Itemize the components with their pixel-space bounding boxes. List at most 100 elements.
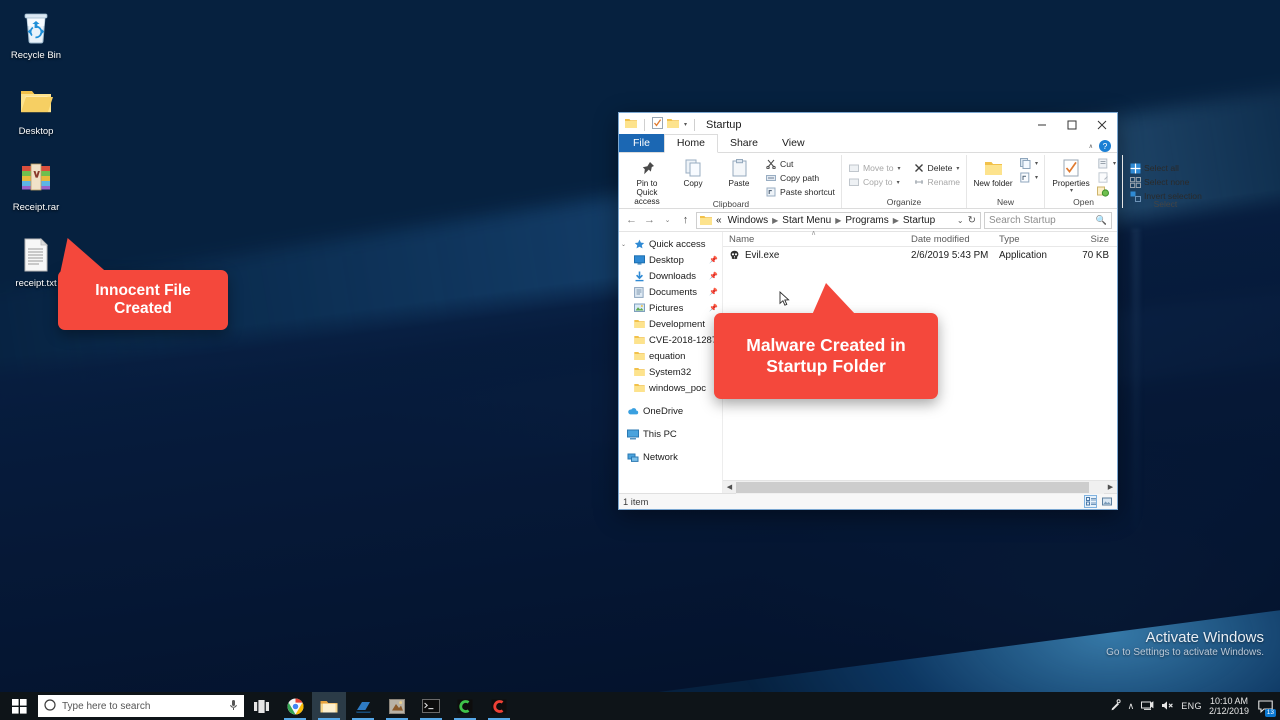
easy-access-button[interactable]: ▾ bbox=[1017, 171, 1040, 183]
column-header-size[interactable]: Size bbox=[1071, 234, 1117, 245]
desktop-icon-desktop-folder[interactable]: Desktop bbox=[0, 80, 72, 142]
move-to-button[interactable]: Move to ▾ bbox=[846, 162, 903, 174]
volume-muted-icon[interactable] bbox=[1161, 700, 1174, 713]
column-header-date-modified[interactable]: Date modified bbox=[905, 234, 993, 245]
breadcrumb-separator-icon[interactable]: ▶ bbox=[835, 216, 841, 225]
breadcrumb-separator-icon[interactable]: ▶ bbox=[893, 216, 899, 225]
view-toggle-group[interactable] bbox=[1084, 495, 1113, 508]
search-input[interactable]: Search Startup 🔍 bbox=[984, 212, 1112, 229]
sidebar-item-this-pc[interactable]: This PC bbox=[619, 426, 722, 442]
scrollbar-track[interactable] bbox=[736, 481, 1104, 494]
ribbon-tabs[interactable]: File Home Share View ∧ ? bbox=[619, 136, 1117, 153]
column-headers[interactable]: ∧ Name Date modified Type Size bbox=[723, 232, 1117, 247]
system-tray[interactable]: ∧ ENG 10:10 AM 2/12/2019 13 bbox=[1110, 696, 1280, 717]
details-view-icon[interactable] bbox=[1084, 495, 1097, 508]
breadcrumb-separator-icon[interactable]: ▶ bbox=[772, 216, 778, 225]
copy-button[interactable]: Copy bbox=[671, 155, 715, 188]
open-with-button[interactable]: ▾ bbox=[1095, 157, 1118, 169]
tab-home[interactable]: Home bbox=[664, 134, 718, 153]
start-button[interactable] bbox=[0, 692, 38, 720]
ribbon[interactable]: Pin to Quick access Copy Paste bbox=[619, 153, 1117, 209]
taskbar-app-camtasia-editor[interactable] bbox=[448, 692, 482, 720]
action-center-icon[interactable]: 13 bbox=[1256, 697, 1274, 715]
help-icon[interactable]: ? bbox=[1099, 140, 1111, 152]
network-tray-icon[interactable] bbox=[1141, 700, 1154, 713]
microphone-icon[interactable] bbox=[229, 699, 238, 714]
sidebar-item-development[interactable]: Development bbox=[619, 316, 722, 332]
large-icons-view-icon[interactable] bbox=[1100, 495, 1113, 508]
clock[interactable]: 10:10 AM 2/12/2019 bbox=[1209, 696, 1249, 717]
chevron-down-icon[interactable]: ▾ bbox=[1035, 174, 1038, 181]
paste-shortcut-button[interactable]: Paste shortcut bbox=[763, 186, 837, 198]
cut-button[interactable]: Cut bbox=[763, 158, 837, 170]
chevron-down-icon[interactable]: ▾ bbox=[1035, 160, 1038, 167]
refresh-icon[interactable]: ↻ bbox=[968, 215, 976, 226]
quick-access-toolbar[interactable]: ▾ bbox=[625, 117, 698, 132]
scroll-right-icon[interactable]: ▶ bbox=[1104, 483, 1117, 491]
breadcrumb[interactable]: « Windows ▶ Start Menu ▶ Programs ▶ Star… bbox=[696, 212, 981, 229]
sidebar-item-pictures[interactable]: Pictures 📌 bbox=[619, 300, 722, 316]
pin-icon[interactable]: 📌 bbox=[709, 272, 718, 280]
chevron-down-icon[interactable]: ▾ bbox=[1113, 160, 1116, 167]
sidebar-item-downloads[interactable]: Downloads 📌 bbox=[619, 268, 722, 284]
chevron-down-icon[interactable]: ▾ bbox=[956, 165, 959, 172]
breadcrumb-prefix[interactable]: « bbox=[714, 215, 724, 226]
properties-icon[interactable] bbox=[652, 117, 663, 132]
breadcrumb-item-windows[interactable]: Windows bbox=[726, 215, 771, 226]
edit-button[interactable] bbox=[1095, 171, 1118, 183]
new-folder-button[interactable]: New folder bbox=[971, 155, 1015, 188]
sidebar-item-cve-2018-12874[interactable]: CVE-2018-12874 bbox=[619, 332, 722, 348]
title-bar[interactable]: ▾ Startup bbox=[619, 113, 1117, 136]
delete-button[interactable]: Delete ▾ bbox=[911, 162, 962, 174]
file-explorer-window[interactable]: ▾ Startup File Home Share View ∧ ? bbox=[618, 112, 1118, 510]
sidebar-item-windows-poc[interactable]: windows_poc bbox=[619, 380, 722, 396]
scrollbar-thumb[interactable] bbox=[736, 482, 1089, 493]
taskbar-app-brown[interactable] bbox=[380, 692, 414, 720]
sidebar-item-network[interactable]: Network bbox=[619, 449, 722, 465]
navigation-pane[interactable]: ⌄ Quick access Desktop 📌 Downloads 📌 bbox=[619, 232, 723, 493]
breadcrumb-item-programs[interactable]: Programs bbox=[843, 215, 890, 226]
chevron-down-icon[interactable]: ▾ bbox=[1070, 188, 1073, 195]
desktop-icon-receipt-rar[interactable]: Receipt.rar bbox=[0, 156, 72, 218]
new-folder-icon[interactable] bbox=[667, 118, 679, 132]
horizontal-scrollbar[interactable]: ◀ ▶ bbox=[723, 480, 1117, 493]
window-controls[interactable] bbox=[1027, 113, 1117, 136]
tab-view[interactable]: View bbox=[770, 135, 817, 152]
select-all-button[interactable]: Select all bbox=[1127, 162, 1204, 174]
copy-path-button[interactable]: Copy path bbox=[763, 172, 837, 184]
chevron-down-icon[interactable]: ⌄ bbox=[621, 241, 629, 248]
scroll-left-icon[interactable]: ◀ bbox=[723, 483, 736, 491]
collapse-ribbon-icon[interactable]: ∧ bbox=[1089, 143, 1093, 150]
new-item-button[interactable]: ▾ bbox=[1017, 157, 1040, 169]
address-bar[interactable]: ← → ⌄ ↑ « Windows ▶ Start Menu ▶ Program… bbox=[619, 209, 1117, 231]
pin-icon[interactable]: 📌 bbox=[709, 304, 718, 312]
taskbar-app-chrome[interactable] bbox=[278, 692, 312, 720]
breadcrumb-item-start-menu[interactable]: Start Menu bbox=[780, 215, 833, 226]
back-button[interactable]: ← bbox=[624, 212, 639, 228]
forward-button[interactable]: → bbox=[642, 212, 657, 228]
pin-icon[interactable]: 📌 bbox=[709, 256, 718, 264]
pen-icon[interactable] bbox=[1110, 699, 1121, 713]
search-input[interactable]: Type here to search bbox=[38, 695, 244, 717]
taskbar[interactable]: Type here to search bbox=[0, 692, 1280, 720]
copy-to-button[interactable]: Copy to ▾ bbox=[846, 176, 903, 188]
chevron-down-icon[interactable]: ▾ bbox=[898, 165, 901, 172]
select-none-button[interactable]: Select none bbox=[1127, 176, 1204, 188]
search-icon[interactable]: 🔍 bbox=[1096, 215, 1107, 226]
tab-file[interactable]: File bbox=[619, 134, 664, 152]
up-button[interactable]: ↑ bbox=[678, 212, 693, 228]
language-indicator[interactable]: ENG bbox=[1181, 701, 1202, 711]
sidebar-item-equation[interactable]: equation bbox=[619, 348, 722, 364]
table-row[interactable]: Evil.exe 2/6/2019 5:43 PM Application 70… bbox=[723, 247, 1117, 264]
pin-icon[interactable]: 📌 bbox=[709, 288, 718, 296]
taskbar-app-camtasia-recorder[interactable] bbox=[482, 692, 516, 720]
breadcrumb-item-startup[interactable]: Startup bbox=[901, 215, 937, 226]
sidebar-item-onedrive[interactable]: OneDrive bbox=[619, 403, 722, 419]
sidebar-item-system32[interactable]: System32 bbox=[619, 364, 722, 380]
sidebar-item-quick-access[interactable]: ⌄ Quick access bbox=[619, 236, 722, 252]
recent-locations-button[interactable]: ⌄ bbox=[660, 212, 675, 228]
file-name-cell[interactable]: Evil.exe bbox=[723, 250, 905, 261]
taskbar-app-windows-defender[interactable] bbox=[346, 692, 380, 720]
rename-button[interactable]: Rename bbox=[911, 176, 962, 188]
properties-button[interactable]: Properties ▾ bbox=[1049, 155, 1093, 195]
